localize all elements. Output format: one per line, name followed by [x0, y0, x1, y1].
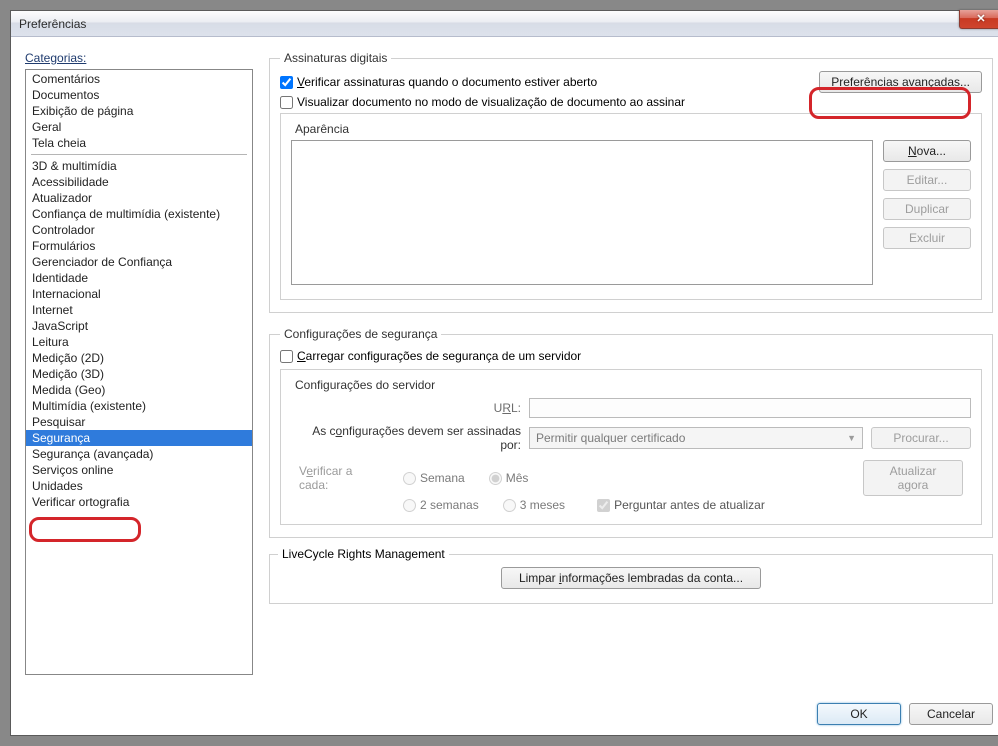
cancel-button[interactable]: Cancelar [909, 703, 993, 725]
category-item[interactable]: JavaScript [26, 318, 252, 334]
category-item[interactable]: Multimídia (existente) [26, 398, 252, 414]
verify-signatures-label: Verificar assinaturas quando o documento… [297, 75, 597, 89]
signed-by-label: As configurações devem ser assinadas por… [291, 424, 521, 452]
category-item[interactable]: Comentários [26, 71, 252, 87]
security-settings-legend: Configurações de segurança [280, 327, 441, 341]
window-title: Preferências [19, 17, 86, 31]
load-settings-checkbox[interactable] [280, 350, 293, 363]
view-document-checkbox[interactable] [280, 96, 293, 109]
appearance-group: Aparência Nova... Editar... Duplicar Exc… [280, 113, 982, 300]
verify-signatures-row[interactable]: Verificar assinaturas quando o documento… [280, 75, 597, 89]
ask-before-row[interactable]: Perguntar antes de atualizar [597, 498, 765, 512]
appearance-listbox[interactable] [291, 140, 873, 285]
view-document-row[interactable]: Visualizar documento no modo de visualiz… [280, 95, 982, 109]
category-item[interactable]: Confiança de multimídia (existente) [26, 206, 252, 222]
load-settings-label: Carregar configurações de segurança de u… [297, 349, 581, 363]
chevron-down-icon: ▼ [847, 433, 856, 443]
category-item[interactable]: Exibição de página [26, 103, 252, 119]
ok-button[interactable]: OK [817, 703, 901, 725]
category-item[interactable]: Atualizador [26, 190, 252, 206]
dialog-footer: OK Cancelar [25, 691, 993, 725]
digital-signatures-group: Assinaturas digitais Verificar assinatur… [269, 51, 993, 313]
category-item[interactable]: Internet [26, 302, 252, 318]
category-item[interactable]: Acessibilidade [26, 174, 252, 190]
category-item[interactable]: 3D & multimídia [26, 158, 252, 174]
update-now-button: Atualizar agora [863, 460, 963, 496]
category-divider [31, 154, 247, 155]
digital-signatures-legend: Assinaturas digitais [280, 51, 391, 65]
signed-by-value: Permitir qualquer certificado [536, 431, 685, 445]
close-button[interactable]: ✕ [959, 10, 998, 29]
categories-list[interactable]: ComentáriosDocumentosExibição de páginaG… [25, 69, 253, 675]
categories-label: Categorias: [25, 51, 253, 65]
signed-by-select[interactable]: Permitir qualquer certificado ▼ [529, 427, 863, 449]
category-item[interactable]: Geral [26, 119, 252, 135]
titlebar: Preferências ✕ [11, 11, 998, 37]
category-item[interactable]: Tela cheia [26, 135, 252, 151]
category-item[interactable]: Gerenciador de Confiança [26, 254, 252, 270]
category-item[interactable]: Unidades [26, 478, 252, 494]
livecycle-legend: LiveCycle Rights Management [278, 547, 449, 561]
duplicate-button: Duplicar [883, 198, 971, 220]
dialog-body: Categorias: ComentáriosDocumentosExibiçã… [11, 37, 998, 735]
category-item[interactable]: Controlador [26, 222, 252, 238]
category-item[interactable]: Segurança (avançada) [26, 446, 252, 462]
delete-button: Excluir [883, 227, 971, 249]
category-item[interactable]: Internacional [26, 286, 252, 302]
category-item[interactable]: Pesquisar [26, 414, 252, 430]
livecycle-group: LiveCycle Rights Management Limpar infor… [269, 554, 993, 604]
radio-2weeks[interactable]: 2 semanas [403, 498, 479, 512]
radio-month[interactable]: Mês [489, 471, 529, 485]
advanced-preferences-button[interactable]: Preferências avançadas... [819, 71, 982, 93]
radio-3months[interactable]: 3 meses [503, 498, 565, 512]
category-item[interactable]: Serviços online [26, 462, 252, 478]
appearance-legend: Aparência [291, 122, 353, 136]
new-button[interactable]: Nova... [883, 140, 971, 162]
category-item[interactable]: Verificar ortografia [26, 494, 252, 510]
verify-each-label: Verificar a cada: [299, 464, 379, 492]
security-settings-group: Configurações de segurança Carregar conf… [269, 327, 993, 538]
category-item[interactable]: Formulários [26, 238, 252, 254]
radio-week[interactable]: Semana [403, 471, 465, 485]
categories-sidebar: Categorias: ComentáriosDocumentosExibiçã… [25, 51, 253, 691]
browse-button: Procurar... [871, 427, 971, 449]
edit-button: Editar... [883, 169, 971, 191]
category-item[interactable]: Leitura [26, 334, 252, 350]
verify-signatures-checkbox[interactable] [280, 76, 293, 89]
content-pane: Assinaturas digitais Verificar assinatur… [269, 51, 993, 691]
server-settings-legend: Configurações do servidor [291, 378, 439, 392]
close-icon: ✕ [976, 14, 985, 25]
category-item[interactable]: Identidade [26, 270, 252, 286]
view-document-label: Visualizar documento no modo de visualiz… [297, 95, 685, 109]
url-input[interactable] [529, 398, 971, 418]
preferences-dialog: Preferências ✕ Categorias: ComentáriosDo… [10, 10, 998, 736]
category-item[interactable]: Medição (3D) [26, 366, 252, 382]
load-settings-row[interactable]: Carregar configurações de segurança de u… [280, 349, 982, 363]
clear-account-button[interactable]: Limpar informações lembradas da conta... [501, 567, 761, 589]
category-item[interactable]: Segurança [26, 430, 252, 446]
url-label: URL: [291, 401, 521, 415]
category-item[interactable]: Medição (2D) [26, 350, 252, 366]
server-settings-group: Configurações do servidor URL: As config… [280, 369, 982, 525]
category-item[interactable]: Documentos [26, 87, 252, 103]
category-item[interactable]: Medida (Geo) [26, 382, 252, 398]
